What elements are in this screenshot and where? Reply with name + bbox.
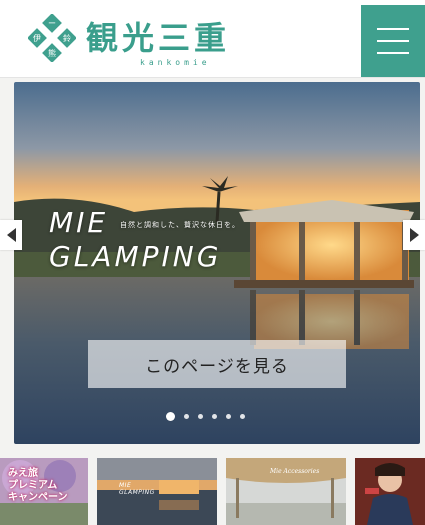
triangle-right-icon (409, 228, 419, 242)
hero-title-line2: GLAMPING (49, 240, 222, 273)
hamburger-icon-line (377, 40, 409, 42)
glamping-thumbnail-image (97, 458, 217, 525)
hero-title-line1: MIE (49, 206, 109, 239)
slide-dot-4[interactable] (212, 414, 217, 419)
hamburger-icon-line (377, 28, 409, 30)
dining-thumbnail-image (355, 458, 425, 525)
thumbnail-dining[interactable] (355, 458, 425, 525)
thumbnail-campaign[interactable]: みえ旅 プレミアム キャンペーン (0, 458, 88, 525)
campaign-label-line3: キャンペーン (8, 492, 68, 503)
triangle-left-icon (6, 228, 16, 242)
hero-slider[interactable]: MIE GLAMPING 自然と調和した、贅沢な休日を。 このページを見る (14, 82, 420, 444)
view-page-button[interactable]: このページを見る (88, 340, 346, 388)
hamburger-menu-button[interactable] (361, 5, 425, 77)
thumbnail-strip: みえ旅 プレミアム キャンペーン MIE GLAMPING Mie Access… (0, 458, 425, 525)
campaign-label-line1: みえ旅 (8, 468, 38, 479)
hero-title: MIE GLAMPING (49, 206, 221, 274)
prev-slide-button[interactable] (0, 220, 22, 250)
glamping-label-line2: GLAMPING (119, 489, 155, 496)
slide-dot-1[interactable] (166, 412, 175, 421)
hero-subtitle: 自然と調和した、贅沢な休日を。 (120, 221, 240, 229)
next-slide-button[interactable] (403, 220, 425, 250)
slide-pagination (166, 412, 245, 421)
slide-dot-6[interactable] (240, 414, 245, 419)
campaign-label-line2: プレミアム (8, 480, 58, 491)
svg-text:伊: 伊 (33, 33, 41, 43)
slide-dot-2[interactable] (184, 414, 189, 419)
site-logo[interactable]: ー 伊 鈴 熊 観光三重 (27, 13, 231, 63)
campaign-thumbnail-label: みえ旅 プレミアム キャンペーン (8, 468, 68, 504)
svg-text:熊: 熊 (48, 48, 56, 58)
logo-text: 観光三重 (86, 19, 231, 57)
thumbnail-accessories[interactable]: Mie Accessories (226, 458, 346, 525)
slide-dot-5[interactable] (226, 414, 231, 419)
logo-mark-icon: ー 伊 鈴 熊 (27, 13, 77, 63)
logo-subtitle: kankomie (140, 58, 211, 67)
hamburger-icon-line (377, 52, 409, 54)
thumbnail-glamping[interactable]: MIE GLAMPING (97, 458, 217, 525)
svg-text:ー: ー (48, 19, 56, 28)
glamping-label-line1: MIE (119, 482, 132, 489)
slide-dot-3[interactable] (198, 414, 203, 419)
site-header: ー 伊 鈴 熊 観光三重 kankomie (0, 0, 425, 78)
svg-text:鈴: 鈴 (63, 33, 71, 43)
accessories-thumbnail-label: Mie Accessories (270, 468, 320, 475)
glamping-thumbnail-label: MIE GLAMPING (119, 482, 155, 496)
